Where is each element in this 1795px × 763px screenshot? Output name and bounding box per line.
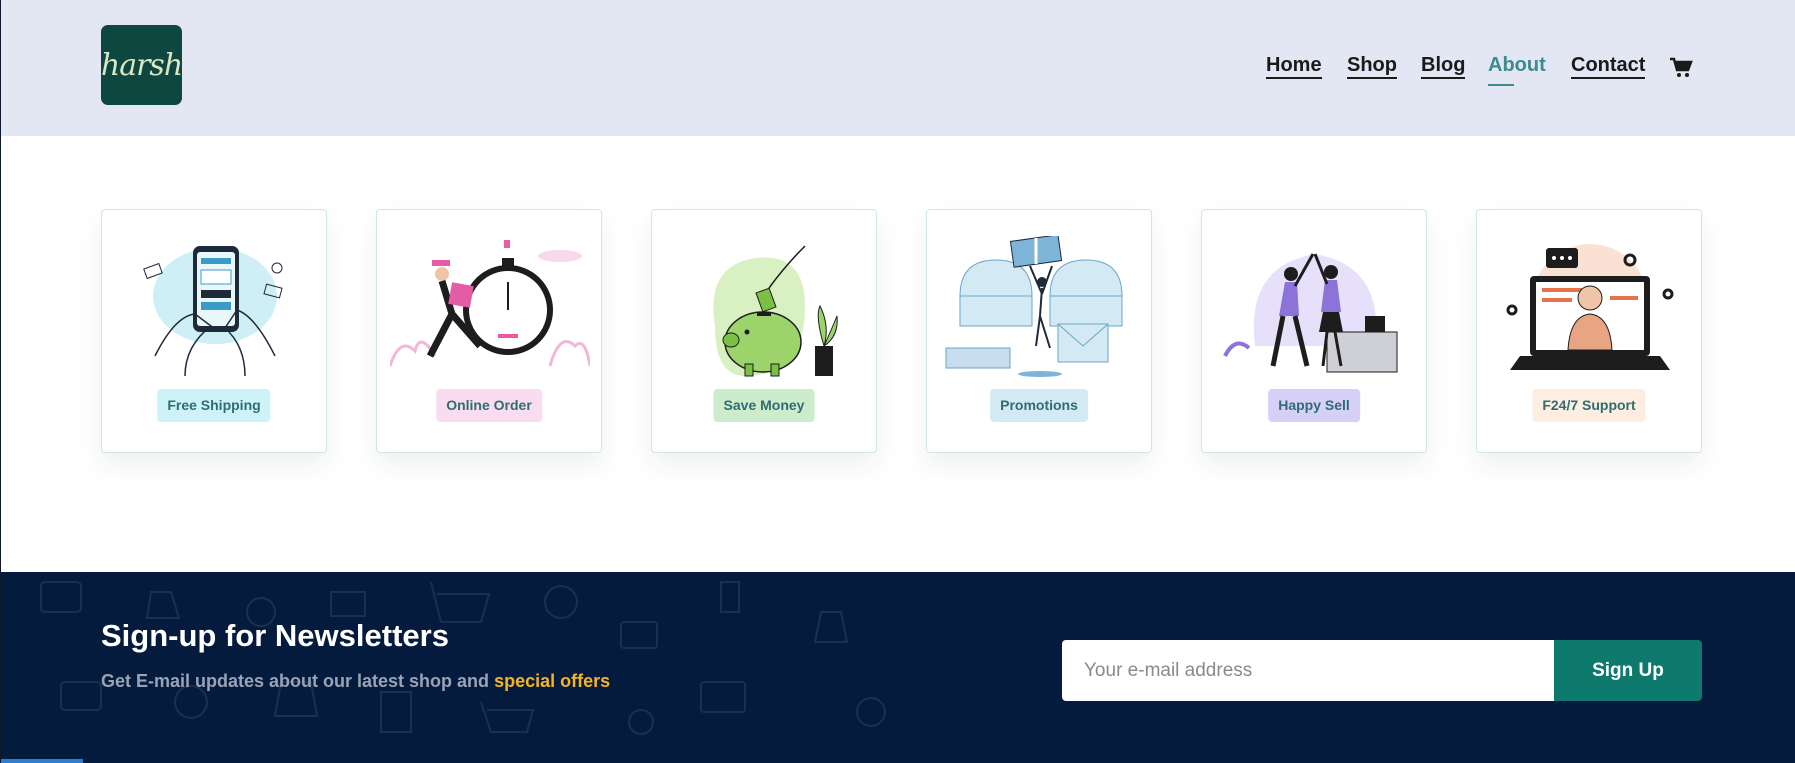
piggy-bank-illustration [713,245,838,377]
email-input[interactable] [1062,640,1554,701]
feature-badge-happy-sell: Happy Sell [1268,389,1360,422]
feature-card-support[interactable]: F24/7 Support [1476,209,1702,453]
support-laptop-illustration [1506,244,1674,370]
feature-card-happy-sell[interactable]: Happy Sell [1201,209,1427,453]
newsletter-subtitle-text: Get E-mail updates about our latest shop… [101,671,490,691]
nav-link-home[interactable]: Home [1266,54,1322,79]
feature-badge-promotions: Promotions [990,389,1088,422]
newsletter-subtitle-highlight: special offers [494,671,611,691]
feature-card-free-shipping[interactable]: Free Shipping [101,209,327,453]
newsletter-title: Sign-up for Newsletters [101,618,449,653]
background-pattern-icon [40,581,886,735]
feature-badge-save-money: Save Money [713,389,815,422]
feature-badge-support: F24/7 Support [1532,389,1646,422]
feature-card-online-order[interactable]: Online Order [376,209,602,453]
payment-phone-illustration [143,246,283,377]
features-section: Free Shipping Online Order Save Money Pr… [101,209,1703,453]
site-header: harsh Home Shop Blog About Contact [1,0,1795,136]
nav-link-shop[interactable]: Shop [1347,54,1397,79]
sign-up-button[interactable]: Sign Up [1554,640,1702,701]
nav-link-blog[interactable]: Blog [1421,54,1466,79]
feature-badge-online-order: Online Order [436,389,542,422]
stopwatch-runner-illustration [390,240,590,367]
main-nav: Home Shop Blog About Contact [1,54,1795,86]
nav-link-about[interactable]: About [1488,54,1546,86]
high-five-illustration [1223,253,1398,373]
feature-card-promotions[interactable]: Promotions [926,209,1152,453]
cart-icon[interactable] [1669,57,1693,79]
feature-badge-free-shipping: Free Shipping [157,389,271,422]
nav-link-contact[interactable]: Contact [1571,54,1646,79]
feature-card-save-money[interactable]: Save Money [651,209,877,453]
newsletter-section: Sign-up for Newsletters Get E-mail updat… [1,572,1795,763]
gift-celebration-illustration [945,236,1123,377]
newsletter-subtitle: Get E-mail updates about our latest shop… [101,671,610,692]
page-progress-bar [1,759,83,763]
